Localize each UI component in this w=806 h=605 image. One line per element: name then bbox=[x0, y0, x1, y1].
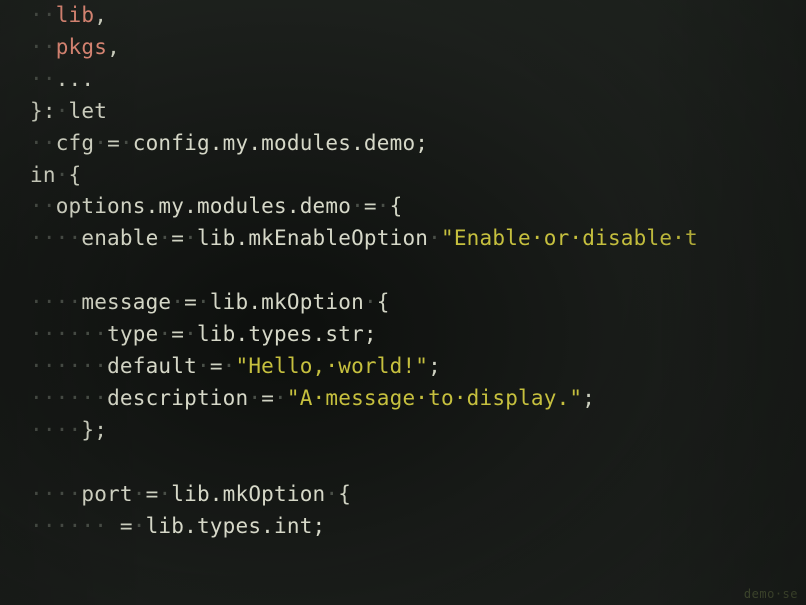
code-editor[interactable]: ··lib, ··pkgs, ··... }:·let ··cfg·=·conf… bbox=[0, 0, 806, 605]
status-hint: demo·se bbox=[744, 587, 798, 601]
code-line: ····}; bbox=[0, 415, 806, 447]
code-line: ······type·=·lib.types.str; bbox=[0, 319, 806, 351]
code-content: }:·let bbox=[30, 96, 806, 128]
code-line: ····message·=·lib.mkOption·{ bbox=[0, 287, 806, 319]
code-content: ····message·=·lib.mkOption·{ bbox=[30, 287, 806, 319]
code-content: in·{ bbox=[30, 160, 806, 192]
code-content: ······description·=·"A·message·to·displa… bbox=[30, 383, 806, 415]
code-line: ····enable·=·lib.mkEnableOption·"Enable·… bbox=[0, 223, 806, 255]
code-content: ····}; bbox=[30, 415, 806, 447]
code-line: }:·let bbox=[0, 96, 806, 128]
code-line: ··lib, bbox=[0, 0, 806, 32]
code-line: ··pkgs, bbox=[0, 32, 806, 64]
code-line: ····port·=·lib.mkOption·{ bbox=[0, 479, 806, 511]
code-line bbox=[0, 255, 806, 287]
code-line: ··... bbox=[0, 64, 806, 96]
code-line: ······default·=·"Hello,·world!"; bbox=[0, 351, 806, 383]
code-content: ··options.my.modules.demo·=·{ bbox=[30, 191, 806, 223]
code-line: ······description·=·"A·message·to·displa… bbox=[0, 383, 806, 415]
code-content: ··pkgs, bbox=[30, 32, 806, 64]
code-content: ··lib, bbox=[30, 0, 806, 32]
code-content: ······default·=·"Hello,·world!"; bbox=[30, 351, 806, 383]
code-line: ··options.my.modules.demo·=·{ bbox=[0, 191, 806, 223]
code-line bbox=[0, 447, 806, 479]
code-line: in·{ bbox=[0, 160, 806, 192]
code-content: ··... bbox=[30, 64, 806, 96]
code-content bbox=[30, 447, 806, 479]
code-content: ······ =·lib.types.int; bbox=[30, 511, 806, 543]
code-content: ····enable·=·lib.mkEnableOption·"Enable·… bbox=[30, 223, 806, 255]
code-content: ··cfg·=·config.my.modules.demo; bbox=[30, 128, 806, 160]
code-content bbox=[30, 255, 806, 287]
code-content: ····port·=·lib.mkOption·{ bbox=[30, 479, 806, 511]
code-line: ······ =·lib.types.int; bbox=[0, 511, 806, 543]
code-line: ··cfg·=·config.my.modules.demo; bbox=[0, 128, 806, 160]
code-content: ······type·=·lib.types.str; bbox=[30, 319, 806, 351]
